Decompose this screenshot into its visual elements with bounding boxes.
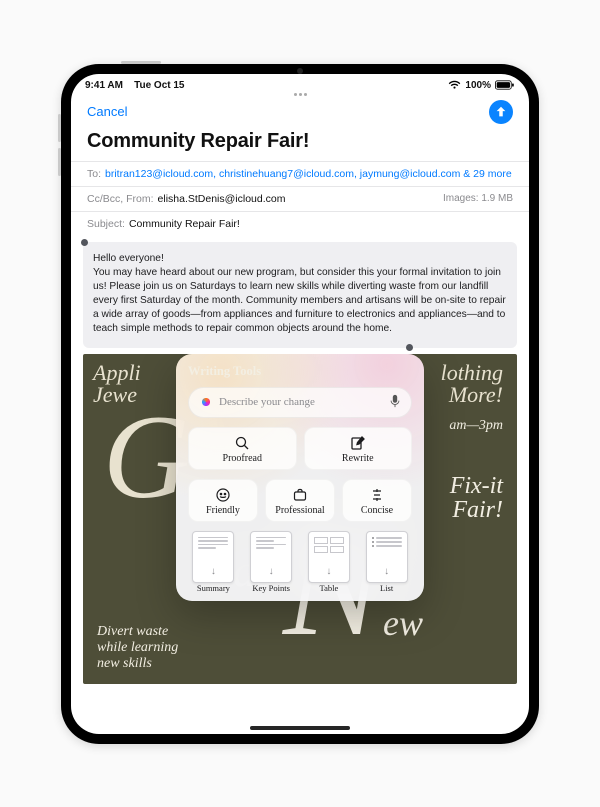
friendly-button[interactable]: Friendly <box>188 479 258 522</box>
screen: 9:41 AM Tue Oct 15 100% Cancel Communi <box>71 74 529 734</box>
flyer-text: More! <box>449 382 503 407</box>
subject-value: Community Repair Fair! <box>129 218 240 230</box>
smile-icon <box>214 486 232 504</box>
status-time: 9:41 AM <box>85 80 123 91</box>
thumb-label: List <box>380 583 393 593</box>
table-button[interactable]: ↓ Table <box>304 531 355 593</box>
wifi-icon <box>448 80 461 90</box>
thumb-label: Summary <box>197 583 230 593</box>
email-body[interactable]: Hello everyone! You may have heard about… <box>83 242 517 348</box>
writing-tools-placeholder: Describe your change <box>219 396 315 408</box>
rewrite-button[interactable]: Rewrite <box>304 427 413 470</box>
images-meta: Images: 1.9 MB <box>443 193 513 204</box>
mic-icon[interactable] <box>389 394 401 411</box>
action-label: Professional <box>275 505 324 516</box>
selection-handle-end[interactable] <box>406 344 413 351</box>
from-address: elisha.StDenis@icloud.com <box>158 193 286 205</box>
home-indicator[interactable] <box>250 726 350 730</box>
flyer-image: Appli Jewe lothing More! am—3pm Fix-it F… <box>83 354 517 684</box>
status-bar: 9:41 AM Tue Oct 15 100% <box>71 74 529 91</box>
selection-handle-start[interactable] <box>81 239 88 246</box>
concise-button[interactable]: Concise <box>342 479 412 522</box>
flyer-fixit: Fix-it Fair! <box>450 474 503 522</box>
ipad-frame: 9:41 AM Tue Oct 15 100% Cancel Communi <box>61 64 539 744</box>
apple-intelligence-icon <box>199 395 213 409</box>
writing-tools-input[interactable]: Describe your change <box>188 387 412 418</box>
concise-icon <box>368 486 386 504</box>
summary-button[interactable]: ↓ Summary <box>188 531 239 593</box>
to-field[interactable]: To: britran123@icloud.com, christinehuan… <box>71 161 529 186</box>
action-label: Proofread <box>223 453 262 464</box>
action-label: Friendly <box>206 505 240 516</box>
action-label: Concise <box>361 505 393 516</box>
key-points-button[interactable]: ↓ Key Points <box>246 531 297 593</box>
writing-tools-actions: Proofread Rewrite <box>188 427 412 470</box>
compose-title: Community Repair Fair! <box>71 124 529 161</box>
flyer-caption: Divert waste while learning new skills <box>97 624 178 672</box>
ccbcc-label: Cc/Bcc, From: <box>87 193 154 205</box>
battery-percent: 100% <box>465 80 491 91</box>
arrow-up-icon <box>494 105 508 119</box>
send-button[interactable] <box>489 100 513 124</box>
proofread-button[interactable]: Proofread <box>188 427 297 470</box>
to-label: To: <box>87 168 101 180</box>
action-label: Rewrite <box>342 453 374 464</box>
writing-tools-title: Writing Tools <box>188 364 412 379</box>
writing-tools-format-row: ↓ Summary ↓ Key Points ↓ Table <box>188 531 412 593</box>
status-date: Tue Oct 15 <box>134 80 184 91</box>
subject-field[interactable]: Subject: Community Repair Fair! <box>71 211 529 236</box>
to-recipients: britran123@icloud.com, christinehuang7@i… <box>105 168 512 180</box>
cancel-button[interactable]: Cancel <box>87 104 127 119</box>
magnify-icon <box>233 434 251 452</box>
flyer-time: am—3pm <box>449 418 503 434</box>
list-button[interactable]: ↓ List <box>361 531 412 593</box>
briefcase-icon <box>291 486 309 504</box>
professional-button[interactable]: Professional <box>265 479 335 522</box>
compose-icon <box>349 434 367 452</box>
subject-label: Subject: <box>87 218 125 230</box>
battery-icon <box>495 80 515 90</box>
writing-tools-tone-actions: Friendly Professional Conc <box>188 479 412 522</box>
ccbcc-field[interactable]: Cc/Bcc, From: elisha.StDenis@icloud.com … <box>71 186 529 211</box>
thumb-label: Table <box>319 583 338 593</box>
flyer-ew: ew <box>383 602 423 644</box>
email-body-text: Hello everyone! You may have heard about… <box>93 253 506 334</box>
thumb-label: Key Points <box>252 583 290 593</box>
sheet-grabber[interactable] <box>71 91 529 100</box>
writing-tools-popover: Writing Tools Describe your change <box>176 354 424 601</box>
